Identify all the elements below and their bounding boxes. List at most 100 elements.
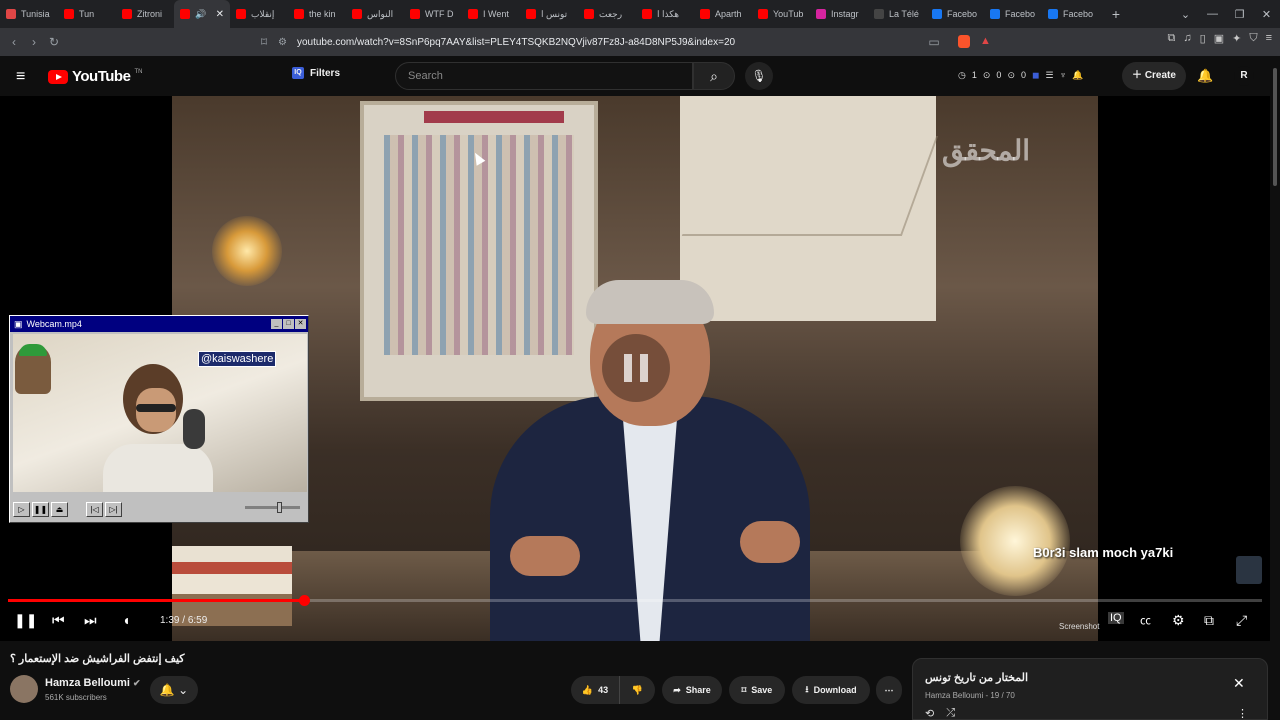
browser-tab[interactable]: Instagr [810, 0, 868, 28]
playlist-owner[interactable]: Hamza Belloumi [925, 691, 983, 700]
browser-tab[interactable]: إنقلاب [230, 0, 288, 28]
minimize-button[interactable]: — [1199, 8, 1226, 20]
url-field[interactable]: ⚙ youtube.com/watch?v=8SnP6pq7AAY&list=P… [278, 32, 998, 52]
close-playlist-icon[interactable]: ✕ [1233, 675, 1245, 692]
webcam-pause-button[interactable]: ❚❚ [32, 501, 49, 517]
fullscreen-icon[interactable]: ⤢ [1236, 612, 1247, 629]
create-button[interactable]: ＋ Create [1122, 62, 1186, 90]
channel-avatar[interactable] [10, 675, 38, 703]
scrubber-handle[interactable] [298, 595, 310, 606]
subscription-bell-button[interactable]: 🔔 ⌄ [150, 676, 198, 704]
channel-name[interactable]: Hamza Belloumi ✔ [45, 677, 141, 689]
pause-overlay-icon[interactable] [602, 334, 670, 402]
browser-tab[interactable]: Facebo [926, 0, 984, 28]
youtube-logo[interactable]: YouTube TN [48, 68, 142, 85]
browser-tab[interactable]: النواس [346, 0, 404, 28]
webcam-player-window[interactable]: ▣ Webcam.mp4 _ □ ✕ @kaiswashere ▷ ❚❚ ⏏ |… [9, 315, 309, 523]
more-actions-icon[interactable]: ⋯ [876, 676, 902, 704]
search-input[interactable]: Search [395, 62, 693, 90]
music-icon[interactable]: ♫ [1183, 32, 1191, 45]
browser-tab[interactable]: YouTub [752, 0, 810, 28]
download-button[interactable]: ⭳ Download [792, 676, 870, 704]
new-tab-button[interactable]: + [1106, 6, 1126, 22]
like-button[interactable]: 👍 43 [571, 676, 619, 704]
filters-button[interactable]: IQ Filters [292, 67, 340, 79]
volume-icon[interactable]: ◖ [122, 612, 130, 628]
webcam-next-button[interactable]: ▷| [105, 501, 122, 517]
webcam-volume-knob[interactable] [277, 502, 282, 513]
browser-tab[interactable]: WTF D [404, 0, 462, 28]
leo-icon[interactable]: ✦ [1232, 32, 1241, 45]
account-avatar[interactable]: R [1234, 66, 1254, 86]
browser-tab[interactable]: I Went [462, 0, 520, 28]
site-info-icon[interactable]: ⚙ [278, 37, 287, 48]
webcam-prev-button[interactable]: |◁ [86, 501, 103, 517]
browser-tab[interactable]: Tun [58, 0, 116, 28]
brave-shield-icon[interactable] [958, 35, 970, 48]
browser-menu-icon[interactable]: ≡ [1266, 32, 1272, 45]
voice-search-icon[interactable]: 🎙 [745, 62, 773, 90]
player-controls: ❚❚ ⏮ ⏭ ◖ 1:39 / 6:59 Screenshot IQ ㏄ ⚙ ⧉… [0, 606, 1270, 641]
cast-icon[interactable]: ▭ [924, 35, 944, 49]
reload-button[interactable]: ↻ [44, 35, 64, 49]
next-icon[interactable]: ⏭ [84, 612, 97, 629]
screenshot-label[interactable]: Screenshot [1059, 622, 1099, 631]
scrollbar-thumb[interactable] [1273, 68, 1277, 186]
webcam-close-button[interactable]: ✕ [295, 319, 306, 329]
browser-tab[interactable]: رجعت [578, 0, 636, 28]
webcam-maximize-button[interactable]: □ [283, 319, 294, 329]
miniplayer-icon[interactable]: ⧉ [1204, 612, 1214, 629]
settings-gear-icon[interactable]: ⚙ [1172, 612, 1185, 629]
captions-icon[interactable]: ㏄ [1140, 612, 1151, 628]
rewards-icon[interactable]: ▲ [980, 35, 991, 47]
extensions-icon[interactable]: ⧉ [1168, 32, 1176, 45]
browser-tab[interactable]: La Télé [868, 0, 926, 28]
trophy-icon[interactable]: ♆ [1060, 70, 1067, 81]
webcam-play-button[interactable]: ▷ [13, 501, 30, 517]
hamburger-menu-icon[interactable]: ≡ [16, 68, 25, 86]
browser-tab[interactable]: تونس ا [520, 0, 578, 28]
wallet-icon[interactable]: ▣ [1214, 32, 1224, 45]
channel-branding-icon[interactable] [1236, 556, 1262, 584]
vpn-icon[interactable]: ⛉ [1249, 32, 1257, 45]
iq-player-icon[interactable]: IQ [1108, 612, 1124, 624]
pause-icon[interactable]: ❚❚ [14, 612, 37, 629]
restore-button[interactable]: ❐ [1226, 8, 1253, 21]
webcam-volume-slider[interactable] [245, 502, 300, 513]
notifications-icon[interactable]: 🔔 [1197, 68, 1213, 84]
browser-tab[interactable]: 🔊 ✕ [174, 0, 230, 28]
webcam-minimize-button[interactable]: _ [271, 319, 282, 329]
browser-tab[interactable]: Zitroni [116, 0, 174, 28]
tab-close-icon[interactable]: ✕ [216, 9, 224, 20]
tab-audio-icon[interactable]: 🔊 [195, 9, 206, 20]
playlist-more-icon[interactable]: ⋮ [1237, 707, 1248, 720]
page-scrollbar[interactable] [1270, 56, 1280, 720]
iq-icon[interactable]: ◼ [1032, 70, 1039, 81]
close-window-button[interactable]: ✕ [1253, 8, 1280, 21]
forward-button[interactable]: › [24, 35, 44, 49]
browser-tab[interactable]: Facebo [1042, 0, 1100, 28]
search-icon[interactable]: ⌕ [693, 62, 735, 90]
browser-tab[interactable]: Tunisia [0, 0, 58, 28]
browser-tab[interactable]: Facebo [984, 0, 1042, 28]
notification-bell-small-icon[interactable]: 🔔 [1072, 70, 1083, 81]
browser-tab[interactable]: هكذا ا [636, 0, 694, 28]
loop-icon[interactable]: ⟲ [925, 707, 934, 720]
tab-search-icon[interactable]: ⌄ [1172, 8, 1199, 21]
sidebar-icon[interactable]: ▯ [1200, 32, 1206, 45]
browser-tab[interactable]: Aparth [694, 0, 752, 28]
extension-stats: ◷ 1 ⊙ 0 ⊙ 0 ◼ ☰ ♆ 🔔 [958, 70, 1084, 81]
back-button[interactable]: ‹ [4, 35, 24, 49]
dislike-button[interactable]: 👎 [619, 676, 655, 704]
webcam-eject-button[interactable]: ⏏ [51, 501, 68, 517]
shuffle-icon[interactable]: ⤮ [946, 707, 955, 720]
browser-tab[interactable]: the kin [288, 0, 346, 28]
webcam-title-bar[interactable]: ▣ Webcam.mp4 _ □ ✕ [10, 316, 308, 332]
list-icon[interactable]: ☰ [1045, 70, 1053, 81]
bookmark-icon[interactable]: ⌑ [254, 35, 274, 49]
share-button[interactable]: ➦ Share [662, 676, 722, 704]
save-button[interactable]: ⌑ Save [729, 676, 785, 704]
previous-icon[interactable]: ⏮ [52, 612, 65, 629]
playlist-title[interactable]: المختار من تاريخ تونس [925, 671, 1028, 684]
progress-bar[interactable] [8, 595, 1262, 606]
